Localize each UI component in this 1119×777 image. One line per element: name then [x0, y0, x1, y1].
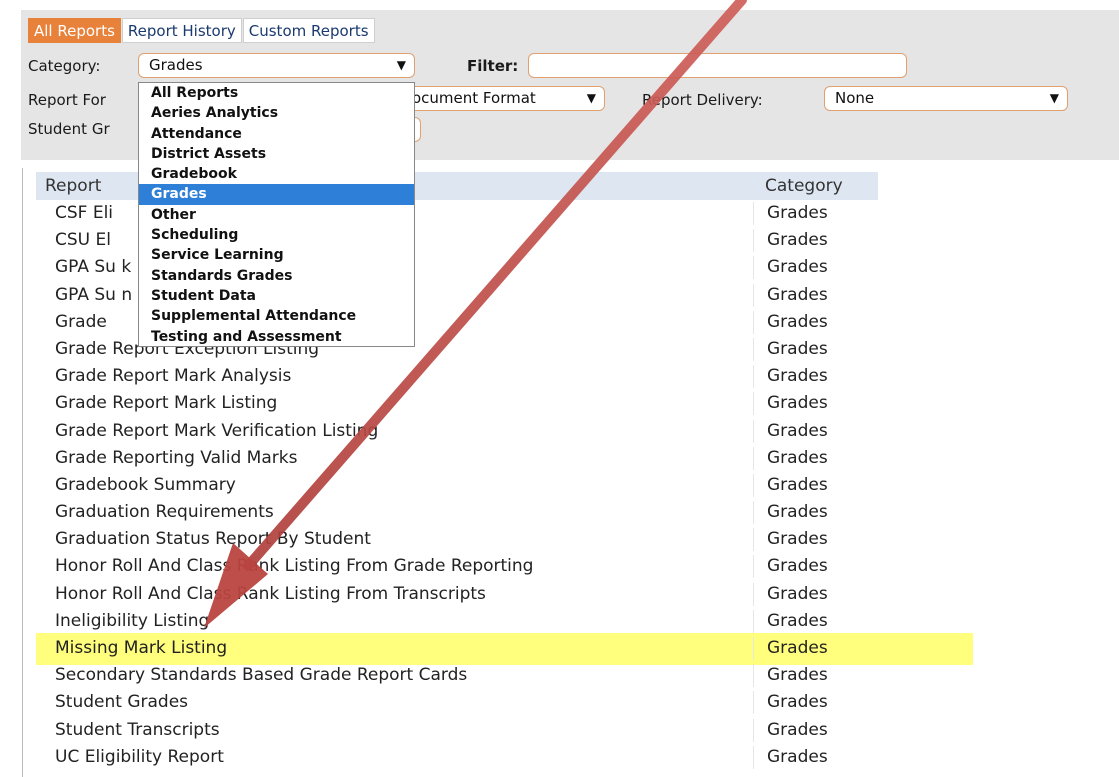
annotation-arrow-icon — [204, 0, 747, 628]
